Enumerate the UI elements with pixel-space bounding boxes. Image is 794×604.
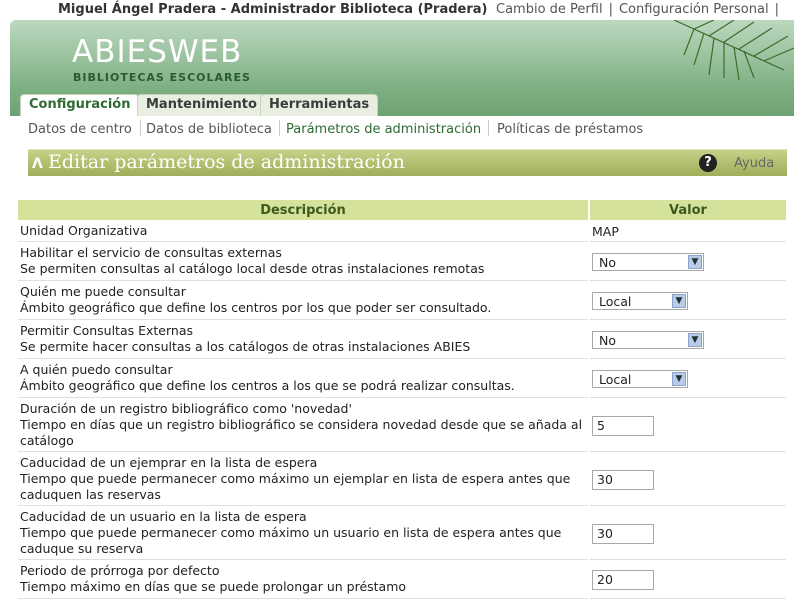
table-row: Habilitar el servicio de consultas exter… [18, 244, 786, 281]
row-value: 30 [590, 508, 786, 560]
value-select[interactable]: Local ▼ [592, 370, 688, 388]
row-description: Duración de un registro bibliográfico co… [18, 400, 588, 452]
selected-option: Local [599, 294, 632, 309]
table-row: Caducidad de un ejemprar en la lista de … [18, 454, 786, 506]
top-bar: Miguel Ángel Pradera - Administrador Bib… [0, 0, 794, 20]
row-value: 20 [590, 562, 786, 599]
tab-mantenimiento[interactable]: Mantenimiento [137, 94, 266, 117]
parameter-description: Tiempo máximo en días que se puede prolo… [20, 579, 407, 594]
change-profile-link[interactable]: Cambio de Perfil [496, 2, 603, 17]
row-value: Local ▼ [590, 283, 786, 320]
row-description: Caducidad de un usuario en la lista de e… [18, 508, 588, 560]
user-name: Miguel Ángel Pradera - Administrador Bib… [58, 2, 488, 17]
row-description: Permitir Consultas Externas Se permite ha… [18, 322, 588, 359]
parameters-table: Descripción Valor Unidad Organizativa MAP… [16, 198, 788, 601]
table-row: Unidad Organizativa MAP [18, 222, 786, 242]
parameter-description: Ámbito geográfico que define los centros… [20, 300, 492, 315]
row-value: 5 [590, 400, 786, 452]
row-value: Local ▼ [590, 361, 786, 398]
personal-config-link[interactable]: Configuración Personal [619, 2, 769, 17]
value-input[interactable]: 20 [592, 570, 654, 590]
table-row: Quién me puede consultar Ámbito geográfic… [18, 283, 786, 320]
row-value: 30 [590, 454, 786, 506]
value-text: MAP [592, 223, 619, 239]
parameter-description: Tiempo que puede permanecer como máximo … [20, 471, 571, 502]
parameter-description: Se permite hacer consultas a los catálog… [20, 339, 471, 354]
value-select[interactable]: Local ▼ [592, 292, 688, 310]
row-description: Unidad Organizativa [18, 222, 588, 242]
table-row: Caducidad de un usuario en la lista de e… [18, 508, 786, 560]
parameter-title: Periodo de prórroga por defecto [20, 563, 220, 578]
parameter-description: Tiempo en días que un registro bibliográ… [20, 417, 583, 448]
row-value: No ▼ [590, 322, 786, 359]
parameter-description: Se permiten consultas al catálogo local … [20, 261, 485, 276]
value-input[interactable]: 30 [592, 469, 654, 490]
selected-option: No [599, 333, 616, 348]
row-description: Periodo de prórroga por defecto Tiempo má… [18, 562, 588, 599]
tab-configuracion[interactable]: Configuración [20, 94, 140, 117]
tab-herramientas[interactable]: Herramientas [260, 94, 379, 117]
value-input[interactable]: 5 [592, 415, 654, 436]
parameter-title: Duración de un registro bibliográfico co… [20, 401, 352, 416]
column-header-value: Valor [590, 200, 786, 220]
page-title-bar: Λ Editar parámetros de administración ? … [28, 149, 787, 176]
help-icon[interactable]: ? [699, 154, 717, 172]
parameter-title: Permitir Consultas Externas [20, 323, 193, 338]
row-value: MAP [590, 222, 786, 242]
parameter-title: Unidad Organizativa [20, 223, 148, 238]
parameter-title: Habilitar el servicio de consultas exter… [20, 245, 282, 260]
help-link[interactable]: Ayuda [734, 156, 774, 171]
value-input[interactable]: 30 [592, 523, 654, 544]
dropdown-arrow-icon[interactable]: ▼ [672, 294, 686, 308]
pine-branch-icon [673, 20, 794, 80]
subnav-politicas-prestamos[interactable]: Políticas de préstamos [497, 122, 643, 137]
row-description: Caducidad de un ejemprar en la lista de … [18, 454, 588, 506]
value-select[interactable]: No ▼ [592, 253, 704, 271]
dropdown-arrow-icon[interactable]: ▼ [672, 372, 686, 386]
table-row: Periodo de prórroga por defecto Tiempo má… [18, 562, 786, 599]
row-value: No ▼ [590, 244, 786, 281]
parameter-description: Tiempo que puede permanecer como máximo … [20, 525, 562, 556]
subnav-parametros-administracion[interactable]: Parámetros de administración [286, 122, 481, 137]
parameter-title: Quién me puede consultar [20, 284, 186, 299]
logo-subtitle: BIBLIOTECAS ESCOLARES [73, 71, 251, 84]
logo: ABIESWEB [72, 34, 243, 70]
parameter-title: Caducidad de un ejemprar en la lista de … [20, 455, 318, 470]
parameter-title: A quién puedo consultar [20, 362, 173, 377]
column-header-description: Descripción [18, 200, 588, 220]
table-row: A quién puedo consultar Ámbito geográfico… [18, 361, 786, 398]
dropdown-arrow-icon[interactable]: ▼ [688, 255, 702, 269]
sub-navigation: Datos de centro Datos de biblioteca Pará… [10, 116, 794, 140]
dropdown-arrow-icon[interactable]: ▼ [688, 333, 702, 347]
parameter-title: Caducidad de un usuario en la lista de e… [20, 509, 307, 524]
subnav-divider [140, 120, 141, 136]
table-row: Permitir Consultas Externas Se permite ha… [18, 322, 786, 359]
parameter-description: Ámbito geográfico que define los centros… [20, 378, 515, 393]
selected-option: No [599, 255, 616, 270]
top-links: Cambio de Perfil | Configuración Personal | [496, 2, 779, 17]
section-mark-icon: Λ [32, 156, 43, 172]
selected-option: Local [599, 372, 632, 387]
value-select[interactable]: No ▼ [592, 331, 704, 349]
row-description: A quién puedo consultar Ámbito geográfico… [18, 361, 588, 398]
subnav-divider [279, 120, 280, 136]
row-description: Habilitar el servicio de consultas exter… [18, 244, 588, 281]
subnav-divider [488, 120, 489, 136]
row-description: Quién me puede consultar Ámbito geográfic… [18, 283, 588, 320]
subnav-datos-biblioteca[interactable]: Datos de biblioteca [146, 122, 272, 137]
page-title: Editar parámetros de administración [48, 151, 405, 173]
subnav-datos-centro[interactable]: Datos de centro [28, 122, 132, 137]
table-row: Duración de un registro bibliográfico co… [18, 400, 786, 452]
